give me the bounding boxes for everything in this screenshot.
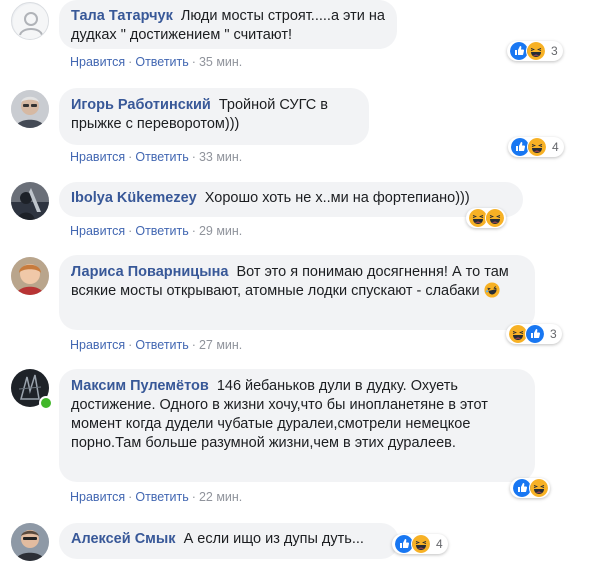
reactions-summary[interactable] bbox=[466, 208, 506, 228]
comment-bubble: Тала Татарчук Люди мосты строят.....а эт… bbox=[59, 0, 397, 49]
comment-bubble: Максим Пулемётов 146 йебаньков дули в ду… bbox=[59, 369, 535, 482]
comment-actions: Нравится · Ответить · 22 мин. bbox=[70, 490, 243, 504]
like-link[interactable]: Нравится bbox=[70, 338, 125, 352]
avatar[interactable] bbox=[11, 2, 49, 40]
avatar[interactable] bbox=[11, 523, 49, 561]
comment-bubble: Алексей Смык А если ищо из дупы дуть... bbox=[59, 523, 399, 559]
reactions-summary[interactable]: 3 bbox=[506, 324, 562, 344]
comment-author[interactable]: Тала Татарчук bbox=[71, 8, 173, 24]
haha-reaction-icon bbox=[529, 478, 549, 498]
comment-actions: Нравится · Ответить · 27 мин. bbox=[70, 338, 243, 352]
comment-time[interactable]: 27 мин. bbox=[199, 338, 242, 352]
comment-author[interactable]: Ibolya Kükemezey bbox=[71, 190, 197, 206]
like-link[interactable]: Нравится bbox=[70, 490, 125, 504]
reply-link[interactable]: Ответить bbox=[135, 55, 188, 69]
online-status-icon bbox=[39, 396, 53, 410]
haha-reaction-icon bbox=[485, 208, 505, 228]
reactions-summary[interactable] bbox=[510, 478, 550, 498]
comment-author[interactable]: Игорь Работинский bbox=[71, 97, 211, 113]
haha-reaction-icon bbox=[527, 137, 547, 157]
comment-bubble: Лариса Поварницына Вот это я понимаю дос… bbox=[59, 255, 535, 330]
reactions-summary[interactable]: 4 bbox=[508, 137, 564, 157]
comment-author[interactable]: Алексей Смык bbox=[71, 531, 176, 547]
reactions-summary[interactable]: 4 bbox=[392, 534, 448, 554]
like-reaction-icon bbox=[525, 324, 545, 344]
comment-bubble: Ibolya Kükemezey Хорошо хоть не х..ми на… bbox=[59, 182, 523, 217]
reply-link[interactable]: Ответить bbox=[135, 338, 188, 352]
comment-actions: Нравится · Ответить · 29 мин. bbox=[70, 224, 243, 238]
comment-time[interactable]: 35 мин. bbox=[199, 55, 242, 69]
comment-time[interactable]: 33 мин. bbox=[199, 150, 242, 164]
comment-time[interactable]: 29 мин. bbox=[199, 224, 242, 238]
like-link[interactable]: Нравится bbox=[70, 55, 125, 69]
reply-link[interactable]: Ответить bbox=[135, 490, 188, 504]
like-link[interactable]: Нравится bbox=[70, 224, 125, 238]
user-photo-icon bbox=[11, 182, 49, 220]
rolling-laughing-emoji-icon bbox=[484, 282, 500, 298]
reaction-count: 3 bbox=[551, 44, 558, 58]
reactions-summary[interactable]: 3 bbox=[507, 41, 563, 61]
reply-link[interactable]: Ответить bbox=[135, 150, 188, 164]
user-photo-icon bbox=[11, 523, 49, 561]
comment-text: Хорошо хоть не х..ми на фортепиано))) bbox=[204, 190, 470, 206]
comment-text: А если ищо из дупы дуть... bbox=[183, 531, 364, 547]
reply-link[interactable]: Ответить bbox=[135, 224, 188, 238]
comment-author[interactable]: Лариса Поварницына bbox=[71, 264, 228, 280]
reaction-count: 3 bbox=[550, 327, 557, 341]
reaction-count: 4 bbox=[436, 537, 443, 551]
comment-time[interactable]: 22 мин. bbox=[199, 490, 242, 504]
haha-reaction-icon bbox=[526, 41, 546, 61]
avatar[interactable] bbox=[11, 90, 49, 128]
like-link[interactable]: Нравится bbox=[70, 150, 125, 164]
comment-bubble: Игорь Работинский Тройной СУГС в прыжке … bbox=[59, 88, 369, 145]
haha-reaction-icon bbox=[411, 534, 431, 554]
user-photo-icon bbox=[11, 90, 49, 128]
reaction-count: 4 bbox=[552, 140, 559, 154]
comment-actions: Нравится · Ответить · 35 мин. bbox=[70, 55, 243, 69]
avatar[interactable] bbox=[11, 182, 49, 220]
comment-actions: Нравится · Ответить · 33 мин. bbox=[70, 150, 243, 164]
avatar[interactable] bbox=[11, 257, 49, 295]
comment-author[interactable]: Максим Пулемётов bbox=[71, 378, 209, 394]
default-avatar-icon bbox=[13, 4, 48, 39]
user-photo-icon bbox=[11, 257, 49, 295]
